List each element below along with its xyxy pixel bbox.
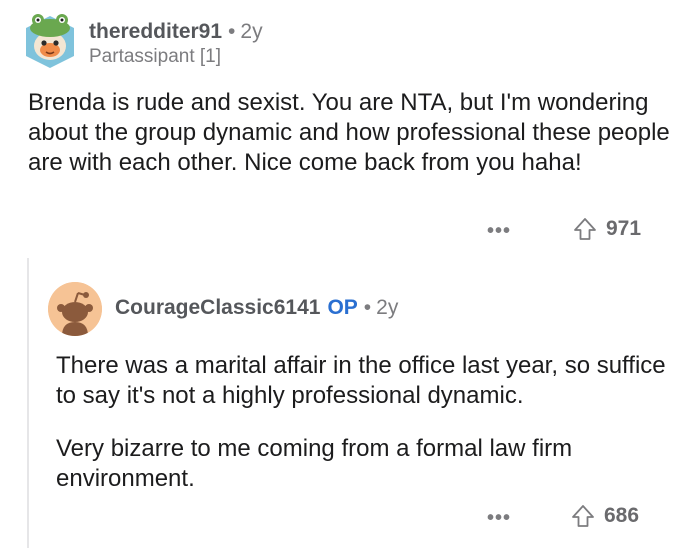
more-options-icon[interactable]: ••• xyxy=(487,220,511,243)
comment-body: Brenda is rude and sexist. You are NTA, … xyxy=(28,89,670,176)
reply-age: 2y xyxy=(376,296,399,319)
comment-author-line: theredditer91 • 2y xyxy=(89,20,263,44)
vote-control: 971 xyxy=(572,216,641,242)
reply-author-line: CourageClassic6141 OP • 2y xyxy=(115,296,398,320)
reply-body: There was a marital affair in the office… xyxy=(56,351,686,494)
user-flair: Partassipant [1] xyxy=(89,46,222,67)
frog-hat-snoo-avatar-icon[interactable] xyxy=(20,8,80,72)
comment-author-name[interactable]: theredditer91 xyxy=(89,20,222,43)
default-snoo-avatar-icon[interactable] xyxy=(48,282,102,336)
more-options-icon[interactable]: ••• xyxy=(487,507,511,530)
comment-age: 2y xyxy=(240,20,263,43)
reply-author-name[interactable]: CourageClassic6141 xyxy=(115,296,320,319)
reply-paragraph: There was a marital affair in the office… xyxy=(56,352,666,409)
upvote-arrow-icon[interactable] xyxy=(570,503,596,529)
comment-score: 971 xyxy=(606,217,642,240)
comment-thread: theredditer91 • 2y Partassipant [1] Brenda… xyxy=(0,0,700,548)
meta-separator: • xyxy=(228,20,236,43)
upvote-arrow-icon[interactable] xyxy=(572,216,598,242)
reply-score: 686 xyxy=(604,504,640,527)
vote-control: 686 xyxy=(570,503,639,529)
thread-line[interactable] xyxy=(27,258,29,548)
reply-paragraph: Very bizarre to me coming from a formal … xyxy=(56,435,573,492)
op-badge: OP xyxy=(327,296,358,319)
meta-separator: • xyxy=(363,296,372,319)
